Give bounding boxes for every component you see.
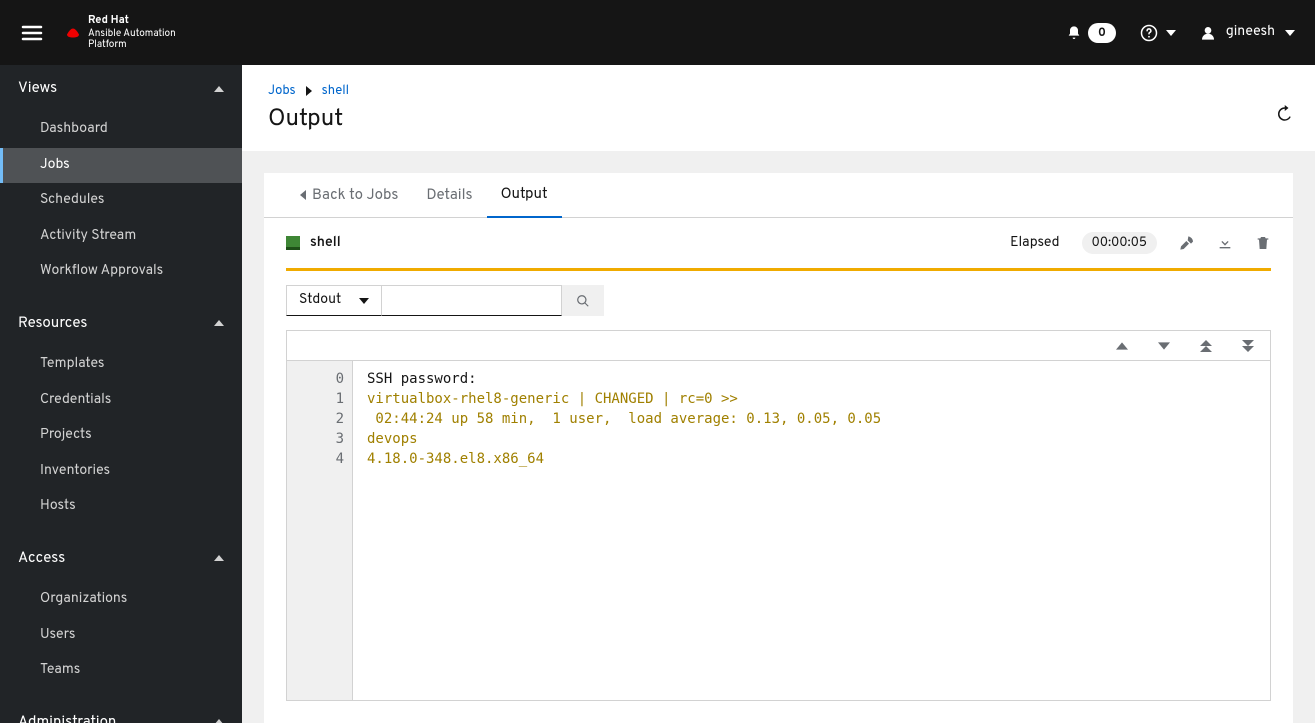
- line-number: 0: [287, 369, 344, 389]
- job-bar: shell Elapsed 00:00:05: [264, 218, 1293, 268]
- sidebar-item-users[interactable]: Users: [0, 618, 242, 654]
- nav-section-views[interactable]: Views: [0, 65, 242, 112]
- output-body: 01234 SSH password:virtualbox-rhel8-gene…: [287, 361, 1270, 700]
- relaunch-icon[interactable]: [1179, 235, 1195, 251]
- line-number: 3: [287, 429, 344, 449]
- output-line: 4.18.0-348.el8.x86_64: [367, 449, 1256, 469]
- chevron-left-icon: [300, 190, 306, 200]
- search-icon: [576, 294, 590, 308]
- sidebar-item-workflow-approvals[interactable]: Workflow Approvals: [0, 254, 242, 290]
- chevron-down-icon: [214, 86, 224, 92]
- hamburger-icon: [20, 21, 44, 45]
- nav-toggle[interactable]: [20, 21, 44, 45]
- page-header: Jobs shell Output: [242, 65, 1315, 151]
- filter-mode-select[interactable]: Stdout: [286, 285, 382, 316]
- sidebar-item-activity-stream[interactable]: Activity Stream: [0, 219, 242, 255]
- bell-icon: [1066, 25, 1082, 41]
- output-pane: 01234 SSH password:virtualbox-rhel8-gene…: [286, 330, 1271, 701]
- sidebar-item-jobs[interactable]: Jobs: [0, 148, 242, 184]
- notification-count: 0: [1088, 23, 1116, 43]
- page-title: Output: [268, 105, 1289, 135]
- chevron-down-icon: [1166, 30, 1176, 36]
- elapsed-value: 00:00:05: [1082, 232, 1157, 254]
- tab-label: Back to Jobs: [312, 186, 398, 205]
- sidebar-item-credentials[interactable]: Credentials: [0, 383, 242, 419]
- delete-icon[interactable]: [1255, 235, 1271, 251]
- main-content: Jobs shell Output Back to Jobs Details: [242, 65, 1315, 723]
- elapsed-label: Elapsed: [1010, 235, 1059, 252]
- sidebar-item-templates[interactable]: Templates: [0, 347, 242, 383]
- chevron-down-icon: [214, 555, 224, 561]
- breadcrumb: Jobs shell: [268, 83, 1289, 99]
- search-button[interactable]: [562, 285, 604, 316]
- output-line: 02:44:24 up 58 min, 1 user, load average…: [367, 409, 1256, 429]
- redhat-icon: [64, 24, 82, 42]
- user-menu[interactable]: gineesh: [1200, 24, 1295, 41]
- brand-text: Red Hat Ansible Automation Platform: [88, 15, 176, 49]
- status-icon: [286, 236, 300, 250]
- tab-details[interactable]: Details: [412, 174, 486, 217]
- nav-section-resources[interactable]: Resources: [0, 300, 242, 347]
- tab-label: Details: [426, 186, 472, 205]
- download-icon[interactable]: [1217, 235, 1233, 251]
- chevron-down-icon: [1285, 30, 1295, 36]
- chevron-right-icon: [306, 86, 312, 96]
- sidebar: ViewsDashboardJobsSchedulesActivity Stre…: [0, 65, 242, 723]
- line-number: 4: [287, 449, 344, 469]
- caret-down-icon: [359, 298, 369, 304]
- question-icon: [1140, 24, 1158, 42]
- chevron-down-icon: [214, 320, 224, 326]
- output-line: virtualbox-rhel8-generic | CHANGED | rc=…: [367, 389, 1256, 409]
- brand-logo[interactable]: Red Hat Ansible Automation Platform: [64, 15, 176, 49]
- filter-mode-label: Stdout: [299, 292, 341, 309]
- tab-output[interactable]: Output: [487, 173, 562, 218]
- breadcrumb-root[interactable]: Jobs: [268, 83, 296, 99]
- sidebar-item-inventories[interactable]: Inventories: [0, 454, 242, 490]
- nav-section-administration[interactable]: Administration: [0, 699, 242, 723]
- job-output-card: Back to Jobs Details Output shell Elapse…: [264, 173, 1293, 723]
- sidebar-item-projects[interactable]: Projects: [0, 418, 242, 454]
- masthead: Red Hat Ansible Automation Platform 0 gi…: [0, 0, 1315, 65]
- breadcrumb-leaf[interactable]: shell: [322, 83, 349, 99]
- output-line: SSH password:: [367, 369, 1256, 389]
- line-number: 2: [287, 409, 344, 429]
- sidebar-item-dashboard[interactable]: Dashboard: [0, 112, 242, 148]
- filter-input[interactable]: [382, 285, 562, 316]
- sidebar-item-schedules[interactable]: Schedules: [0, 183, 242, 219]
- tabs: Back to Jobs Details Output: [264, 173, 1293, 218]
- user-icon: [1200, 25, 1216, 41]
- line-number: 1: [287, 389, 344, 409]
- tab-back-to-jobs[interactable]: Back to Jobs: [286, 174, 412, 217]
- username: gineesh: [1226, 24, 1275, 41]
- notifications-button[interactable]: 0: [1066, 23, 1116, 43]
- sidebar-item-organizations[interactable]: Organizations: [0, 582, 242, 618]
- help-menu[interactable]: [1140, 24, 1176, 42]
- scroll-down-icon[interactable]: [1158, 340, 1170, 352]
- scroll-top-icon[interactable]: [1200, 340, 1212, 352]
- scroll-up-icon[interactable]: [1116, 340, 1128, 352]
- output-toolbar: [287, 331, 1270, 361]
- nav-section-access[interactable]: Access: [0, 535, 242, 582]
- chevron-down-icon: [214, 719, 224, 723]
- job-name: shell: [310, 235, 341, 252]
- line-gutter: 01234: [287, 361, 353, 700]
- history-icon[interactable]: [1275, 105, 1293, 123]
- sidebar-item-teams[interactable]: Teams: [0, 653, 242, 689]
- tab-label: Output: [501, 185, 548, 204]
- scroll-bottom-icon[interactable]: [1242, 340, 1254, 352]
- filter-row: Stdout: [264, 271, 1293, 316]
- stdout-text: SSH password:virtualbox-rhel8-generic | …: [353, 361, 1270, 700]
- sidebar-item-hosts[interactable]: Hosts: [0, 489, 242, 525]
- output-line: devops: [367, 429, 1256, 449]
